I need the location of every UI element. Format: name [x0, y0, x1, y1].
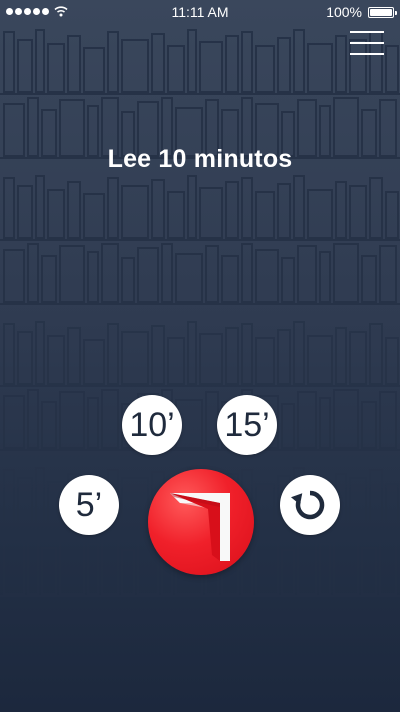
status-bar: 11:11 AM 100% — [0, 0, 400, 24]
timer-10-button[interactable]: 10’ — [122, 395, 182, 455]
battery-percentage: 100% — [326, 4, 362, 20]
page-title: Lee 10 minutos — [107, 145, 293, 173]
battery-icon — [368, 7, 397, 18]
timer-5-button[interactable]: 5’ — [59, 475, 119, 535]
book-logo-icon — [170, 493, 230, 561]
reset-button[interactable] — [280, 475, 340, 535]
hamburger-menu-icon[interactable] — [350, 31, 384, 57]
reset-icon — [290, 490, 325, 520]
start-reading-button[interactable] — [148, 469, 254, 575]
bookshelf-background — [0, 29, 400, 597]
timer-15-button[interactable]: 15’ — [217, 395, 277, 455]
